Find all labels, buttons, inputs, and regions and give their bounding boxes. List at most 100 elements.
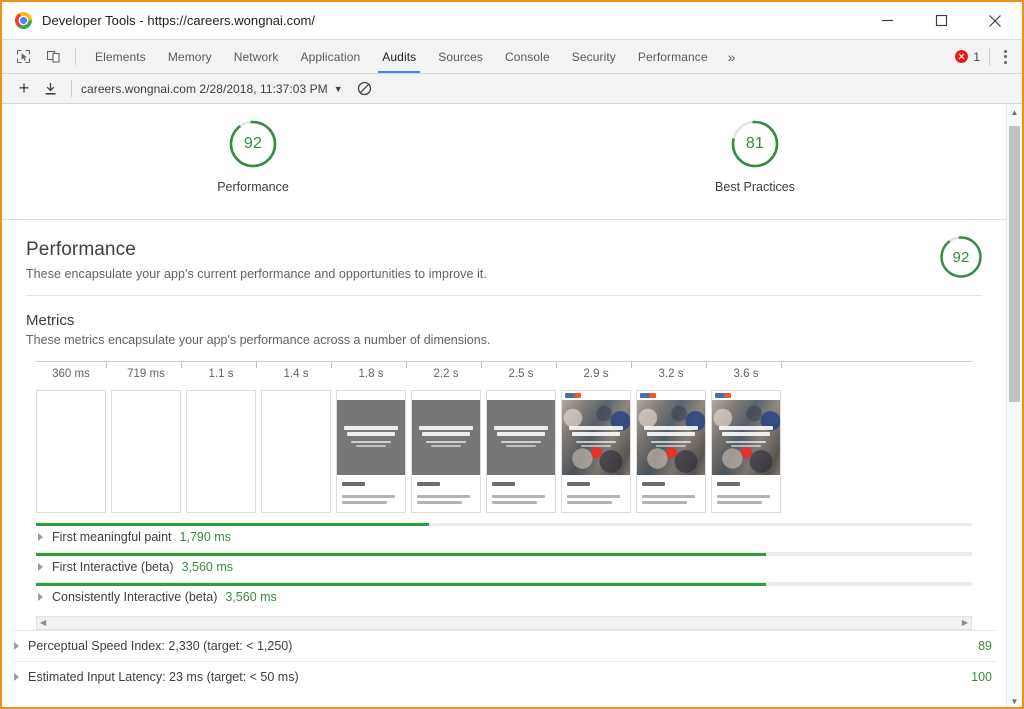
filmstrip-frame[interactable]: [261, 390, 331, 513]
filmstrip-frame[interactable]: [111, 390, 181, 513]
filmstrip-frame[interactable]: [336, 390, 406, 513]
filmstrip-tick-label: 1.1 s: [208, 368, 234, 380]
more-tabs-icon[interactable]: »: [719, 40, 745, 73]
frame-body: [487, 475, 555, 512]
toolbar-divider-right: [989, 47, 990, 66]
metric-row[interactable]: Consistently Interactive (beta) 3,560 ms: [36, 583, 972, 612]
tab-performance[interactable]: Performance: [627, 40, 719, 73]
window-title: Developer Tools - https://careers.wongna…: [42, 13, 316, 28]
frame-hero: [562, 400, 630, 475]
scroll-right-arrow-icon[interactable]: ▶: [962, 619, 968, 627]
filmstrip-tick-mark: [256, 362, 257, 368]
report-vertical-scrollbar[interactable]: ▲ ▼: [1006, 104, 1022, 707]
scrollbar-thumb[interactable]: [1009, 126, 1020, 402]
expand-triangle-icon[interactable]: [14, 642, 19, 650]
metric-value: 3,560 ms: [225, 590, 277, 604]
filmstrip-tick-mark: [406, 362, 407, 368]
frame-nav-bar: [637, 391, 705, 400]
tab-memory[interactable]: Memory: [157, 40, 223, 73]
metric-bar-fill: [36, 553, 767, 556]
filmstrip-tick-mark: [331, 362, 332, 368]
window-controls: [860, 2, 1022, 39]
expand-triangle-icon[interactable]: [14, 673, 19, 681]
metric-bar-track: [36, 523, 972, 526]
filmstrip-tick-mark: [181, 362, 182, 368]
scroll-down-arrow-icon[interactable]: ▼: [1007, 693, 1022, 707]
filmstrip-frame[interactable]: [486, 390, 556, 513]
tab-elements[interactable]: Elements: [84, 40, 157, 73]
category-score-value: 92: [952, 248, 970, 266]
metric-value: 3,560 ms: [181, 560, 233, 574]
filmstrip-frame[interactable]: [711, 390, 781, 513]
filmstrip-frame[interactable]: [36, 390, 106, 513]
score-best-practices[interactable]: 81 Best Practices: [504, 118, 1006, 194]
close-icon[interactable]: [968, 2, 1022, 39]
scroll-left-arrow-icon[interactable]: ◀: [40, 619, 46, 627]
metric-bar-track: [36, 553, 972, 556]
frame-body: [712, 475, 780, 512]
filmstrip-timeline-axis: 360 ms 719 ms 1.1 s 1.4 s 1.8 s 2.2 s 2.5 s 2.9…: [36, 361, 972, 388]
plus-icon[interactable]: +: [11, 78, 37, 99]
metric-bar-fill: [36, 523, 430, 526]
expand-triangle-icon[interactable]: [38, 593, 43, 601]
frame-nav-bar: [562, 391, 630, 400]
score-summary-bar: 92 Performance 81 Best Practices: [2, 104, 1006, 220]
score-performance[interactable]: 92 Performance: [2, 118, 504, 194]
minimize-icon[interactable]: [860, 2, 914, 39]
expand-triangle-icon[interactable]: [38, 533, 43, 541]
filmstrip-frame[interactable]: [636, 390, 706, 513]
filmstrip-frame[interactable]: [186, 390, 256, 513]
frame-hero: [412, 400, 480, 475]
frame-nav-bar: [412, 391, 480, 400]
metric-row[interactable]: First meaningful paint 1,790 ms: [36, 523, 972, 553]
inspect-element-icon[interactable]: [8, 40, 38, 73]
download-import-icon[interactable]: [37, 82, 63, 96]
site-logo-icon: [565, 393, 581, 398]
site-logo-icon: [640, 393, 656, 398]
maximize-icon[interactable]: [914, 2, 968, 39]
metric-value: 1,790 ms: [179, 530, 231, 544]
kebab-menu-icon[interactable]: [992, 49, 1018, 64]
best-practices-gauge: 81: [729, 118, 781, 170]
metric-bar-fill: [36, 583, 767, 586]
scroll-up-arrow-icon[interactable]: ▲: [1007, 104, 1022, 120]
filmstrip: 360 ms 719 ms 1.1 s 1.4 s 1.8 s 2.2 s 2.5 s 2.9…: [36, 361, 972, 513]
page-title: Performance: [26, 239, 136, 260]
no-entry-clear-icon[interactable]: [357, 81, 372, 96]
performance-gauge: 92: [227, 118, 279, 170]
play-button-icon: [665, 446, 677, 458]
performance-score-value: 92: [243, 135, 263, 152]
best-practices-score-value: 81: [745, 135, 765, 152]
devtools-tab-strip: Elements Memory Network Application Audi…: [2, 40, 1022, 74]
tab-console[interactable]: Console: [494, 40, 561, 73]
frame-nav-bar: [337, 391, 405, 400]
chrome-logo-icon: [15, 12, 32, 29]
tab-network[interactable]: Network: [223, 40, 290, 73]
filmstrip-horizontal-scrollbar[interactable]: ◀ ▶: [36, 616, 972, 630]
tab-application[interactable]: Application: [289, 40, 371, 73]
metric-name: First Interactive (beta): [52, 560, 174, 574]
devtools-window: Developer Tools - https://careers.wongna…: [0, 0, 1024, 709]
tab-security[interactable]: Security: [561, 40, 627, 73]
metric-row[interactable]: First Interactive (beta) 3,560 ms: [36, 553, 972, 583]
filmstrip-tick-label: 2.9 s: [583, 368, 609, 380]
expand-triangle-icon[interactable]: [38, 563, 43, 571]
error-count-badge[interactable]: 1: [955, 50, 989, 64]
audit-row[interactable]: Estimated Input Latency: 23 ms (target: …: [12, 661, 996, 692]
error-count-label: 1: [973, 49, 980, 64]
audit-row[interactable]: Perceptual Speed Index: 2,330 (target: <…: [12, 630, 996, 661]
report-viewport: 92 Performance 81 Best Practices Perform…: [2, 104, 1022, 707]
title-bar: Developer Tools - https://careers.wongna…: [2, 2, 1022, 40]
filmstrip-tick-mark: [481, 362, 482, 368]
filmstrip-frame[interactable]: [561, 390, 631, 513]
report-selector[interactable]: careers.wongnai.com 2/28/2018, 11:37:03 …: [81, 82, 343, 96]
device-toolbar-icon[interactable]: [38, 40, 68, 73]
filmstrip-tick-label: 1.8 s: [358, 368, 384, 380]
category-header: Performance These encapsulate your app's…: [2, 220, 1006, 295]
filmstrip-tick-mark: [556, 362, 557, 368]
metrics-title: Metrics: [26, 312, 75, 329]
tab-audits[interactable]: Audits: [371, 40, 427, 73]
audit-label: Estimated Input Latency: 23 ms (target: …: [28, 670, 299, 684]
tab-sources[interactable]: Sources: [427, 40, 494, 73]
filmstrip-frame[interactable]: [411, 390, 481, 513]
